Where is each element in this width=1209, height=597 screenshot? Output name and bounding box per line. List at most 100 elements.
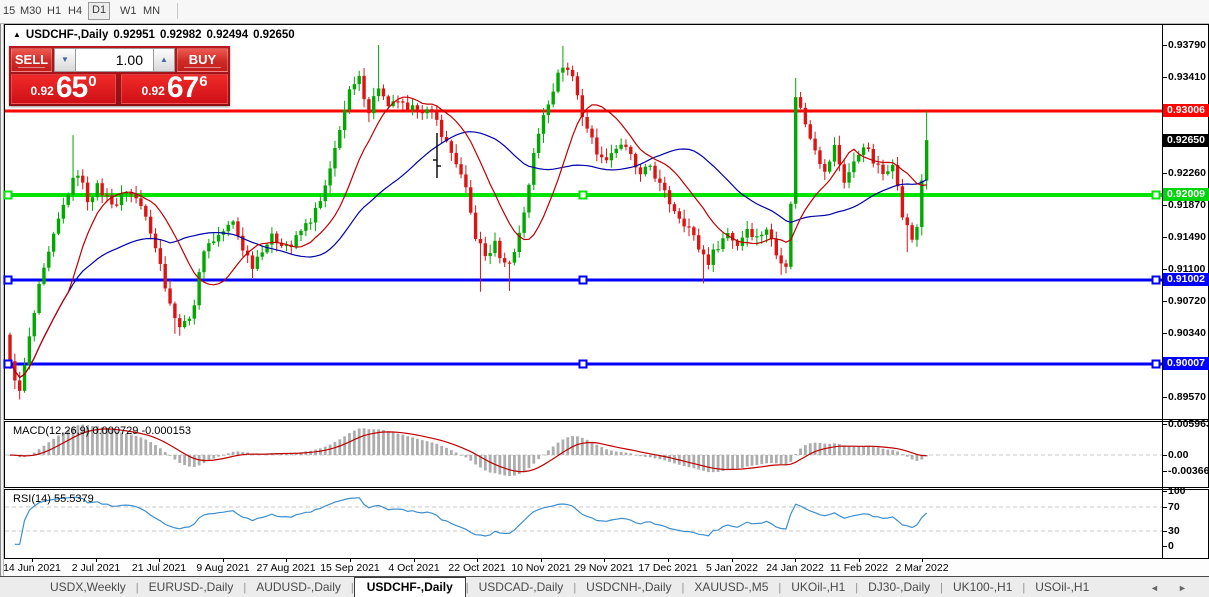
candle-body <box>410 105 415 110</box>
ohlc-low: 0.92494 <box>206 29 249 41</box>
candle-body <box>95 183 99 198</box>
line-handle[interactable] <box>3 275 13 285</box>
buy-button[interactable]: BUY <box>177 48 228 72</box>
line-handle[interactable] <box>1151 190 1161 200</box>
macd-histogram-bar <box>406 436 410 455</box>
chart-tab-dj30-daily[interactable]: DJ30-,Daily <box>858 577 940 597</box>
macd-histogram-bar <box>571 436 574 455</box>
macd-histogram-bar <box>139 437 143 455</box>
candle-body <box>401 101 405 103</box>
candle-body <box>22 365 27 391</box>
macd-histogram-bar <box>789 455 793 462</box>
candle-body <box>163 263 167 289</box>
candle-body <box>551 91 555 105</box>
macd-histogram-bar <box>362 428 366 455</box>
chart-tab-audusd-daily[interactable]: AUDUSD-,Daily <box>246 577 351 597</box>
macd-histogram-bar <box>828 443 832 455</box>
candle-body <box>187 318 192 321</box>
tab-scroll-left-icon[interactable]: ◄ <box>1150 583 1159 593</box>
line-handle[interactable] <box>1151 359 1161 369</box>
chart-tab-usdx-weekly[interactable]: USDX,Weekly <box>40 577 136 597</box>
volume-input[interactable]: 1.00 <box>76 48 153 72</box>
chart-tab-usdchf-daily[interactable]: USDCHF-,Daily <box>353 577 466 597</box>
candle-body <box>90 197 95 203</box>
macd-histogram-bar <box>653 455 657 459</box>
line-handle[interactable] <box>1151 275 1161 285</box>
rsi-axis-label: 30 <box>1168 525 1180 537</box>
date-label: 24 Jan 2022 <box>766 562 824 574</box>
chart-tab-xauusd-m5[interactable]: XAUUSD-,M5 <box>684 577 778 597</box>
timeframe-button-h4[interactable]: H4 <box>65 3 85 19</box>
tab-scroll-right-icon[interactable]: ► <box>1178 583 1187 593</box>
rsi-label: RSI(14) 55.5379 <box>13 493 94 505</box>
chart-tab-uk100-h1[interactable]: UK100-,H1 <box>943 577 1022 597</box>
macd-histogram-bar <box>440 445 444 455</box>
candle-body <box>182 320 187 328</box>
volume-increase-button[interactable]: ▲ <box>153 48 175 72</box>
candle-body <box>570 69 575 77</box>
macd-histogram-bar <box>425 441 429 455</box>
macd-histogram-bar <box>624 452 628 455</box>
candle-body <box>924 140 929 181</box>
candle-body <box>832 144 837 162</box>
timeframe-button-15[interactable]: 15 <box>0 3 18 19</box>
sell-price-box[interactable]: 0.92 65 0 <box>11 73 116 104</box>
macd-histogram-bar <box>401 434 405 455</box>
candle-body <box>595 137 599 155</box>
macd-histogram-bar <box>430 442 434 455</box>
candle-body <box>794 97 798 204</box>
price-axis-tick <box>1163 237 1167 238</box>
timeframe-button-h1[interactable]: H1 <box>44 3 64 19</box>
macd-value-signal: -0.000153 <box>141 425 191 437</box>
line-handle[interactable] <box>3 359 13 369</box>
line-handle[interactable] <box>578 190 588 200</box>
macd-histogram-bar <box>774 455 778 464</box>
candle-body <box>692 227 696 236</box>
candle-body <box>818 150 822 165</box>
ma-fast-line <box>9 96 927 379</box>
sell-price-prefix: 0.92 <box>30 84 54 98</box>
timeframe-button-w1[interactable]: W1 <box>117 3 140 19</box>
line-handle[interactable] <box>578 275 588 285</box>
chart-tab-usdcad-daily[interactable]: USDCAD-,Daily <box>469 577 574 597</box>
macd-histogram-bar <box>226 453 230 455</box>
macd-histogram-bar <box>692 455 696 469</box>
candle-body <box>667 190 672 205</box>
macd-histogram-bar <box>779 455 783 465</box>
price-axis-label: 0.93410 <box>1168 71 1206 83</box>
macd-histogram-bar <box>556 442 560 455</box>
timeframe-button-d1[interactable]: D1 <box>88 2 111 20</box>
rsi-axis-label: 70 <box>1168 501 1180 513</box>
date-label: 22 Oct 2021 <box>448 562 506 574</box>
ohlc-high: 0.92982 <box>159 29 202 41</box>
macd-histogram-bar <box>847 446 851 455</box>
macd-histogram-bar <box>707 455 710 473</box>
line-handle[interactable] <box>578 359 588 369</box>
timeframe-button-m30[interactable]: M30 <box>17 3 44 19</box>
macd-histogram-bar <box>600 447 604 455</box>
sell-button[interactable]: SELL <box>11 48 52 72</box>
chart-tab-ukoil-h1[interactable]: UKOil-,H1 <box>781 577 855 597</box>
rsi-canvas[interactable] <box>5 490 1162 558</box>
chart-tab-usdcnh-daily[interactable]: USDCNH-,Daily <box>576 577 681 597</box>
macd-histogram-bar <box>765 455 768 464</box>
macd-histogram-bar <box>745 455 749 467</box>
date-label: 14 Jun 2021 <box>3 562 61 574</box>
timeframe-button-mn[interactable]: MN <box>140 3 163 19</box>
line-handle[interactable] <box>3 190 13 200</box>
collapse-arrow-icon[interactable]: ▲ <box>13 30 21 39</box>
chart-tab-usoil-h1[interactable]: USOil-,H1 <box>1025 577 1099 597</box>
candle-body <box>158 248 163 264</box>
candle-body <box>779 255 783 264</box>
macd-histogram-bar <box>236 451 240 455</box>
candle-body <box>119 193 124 206</box>
candle-body <box>507 262 512 264</box>
volume-decrease-button[interactable]: ▼ <box>54 48 76 72</box>
candle-body <box>76 175 80 178</box>
candle-body <box>367 99 371 114</box>
candle-body <box>672 204 677 212</box>
candle-body <box>362 75 366 100</box>
macd-histogram-bar <box>687 455 691 468</box>
buy-price-box[interactable]: 0.92 67 6 <box>121 73 228 104</box>
chart-tab-eurusd-daily[interactable]: EURUSD-,Daily <box>139 577 244 597</box>
